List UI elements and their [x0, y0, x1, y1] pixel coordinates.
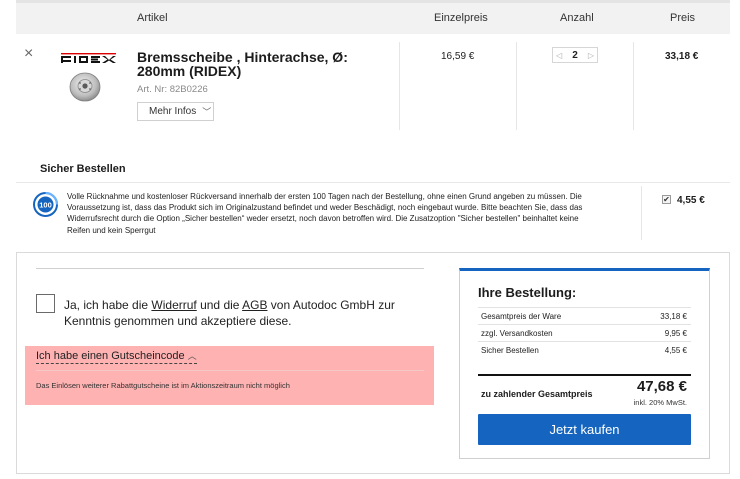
coupon-toggle-link[interactable]: Ich habe einen Gutscheincode ︿	[36, 350, 197, 364]
header-article: Artikel	[137, 12, 168, 24]
badge-text: 100	[39, 200, 52, 209]
divider	[478, 341, 691, 342]
terms-checkbox[interactable]	[36, 294, 55, 313]
column-divider	[641, 186, 642, 240]
more-info-button[interactable]: Mehr Infos ﹀	[137, 102, 214, 121]
chevron-up-icon: ︿	[187, 351, 197, 361]
safe-order-description: Volle Rücknahme und kostenloser Rückvers…	[67, 192, 583, 235]
decrease-quantity-icon[interactable]: ◁	[556, 51, 562, 60]
quantity-value[interactable]: 2	[572, 50, 578, 61]
coupon-note: Das Einlösen weiterer Rabattgutscheine i…	[36, 381, 290, 390]
header-quantity: Anzahl	[560, 12, 594, 24]
column-divider	[633, 42, 634, 130]
divider	[36, 370, 424, 371]
summary-safe-order-label: Sicher Bestellen	[481, 346, 539, 355]
summary-shipping-value: 9,95 €	[664, 329, 687, 338]
chevron-down-icon: ﹀	[202, 107, 212, 117]
safe-order-price: 4,55 €	[677, 195, 705, 206]
brake-disc-image[interactable]	[68, 69, 102, 103]
cart-table-header	[16, 0, 730, 34]
buy-now-button[interactable]: Jetzt kaufen	[478, 414, 691, 445]
column-divider	[399, 42, 400, 130]
product-title[interactable]: Bremsscheibe , Hinterachse, Ø: 280mm (RI…	[137, 50, 397, 78]
header-unit-price: Einzelpreis	[434, 12, 488, 24]
safe-order-checkbox[interactable]: ✔	[662, 195, 671, 204]
summary-shipping-label: zzgl. Versandkosten	[481, 329, 553, 338]
header-price: Preis	[670, 12, 696, 24]
100-days-badge-icon: 100	[33, 192, 58, 217]
more-info-label: Mehr Infos	[149, 106, 197, 117]
quantity-stepper[interactable]: ◁ 2 ▷	[552, 47, 598, 63]
column-divider	[516, 42, 517, 130]
safe-order-title: Sicher Bestellen	[40, 163, 126, 175]
vat-note: inkl. 20% MwSt.	[633, 398, 687, 407]
unit-price: 16,59 €	[441, 51, 475, 62]
summary-goods-value: 33,18 €	[660, 312, 687, 321]
terms-text: Ja, ich habe die Widerruf und die AGB vo…	[64, 297, 434, 329]
ridex-logo	[61, 53, 116, 63]
line-total-price: 33,18 €	[665, 51, 699, 62]
summary-safe-order-value: 4,55 €	[664, 346, 687, 355]
remove-item-icon[interactable]: ×	[24, 46, 33, 62]
article-number: Art. Nr: 82B0226	[137, 84, 208, 95]
total-label: zu zahlender Gesamtpreis	[481, 389, 593, 399]
agb-link[interactable]: AGB	[242, 298, 267, 312]
divider	[36, 268, 424, 269]
total-value: 47,68 €	[636, 378, 687, 395]
divider	[478, 307, 691, 308]
divider	[478, 324, 691, 325]
summary-title: Ihre Bestellung:	[478, 285, 577, 300]
terms-text-part: Ja, ich habe die	[64, 298, 152, 312]
increase-quantity-icon[interactable]: ▷	[588, 51, 594, 60]
summary-goods-label: Gesamtpreis der Ware	[481, 312, 562, 321]
summary-total-divider	[478, 374, 691, 376]
widerruf-link[interactable]: Widerruf	[151, 298, 196, 312]
terms-text-part: und die	[196, 298, 243, 312]
coupon-toggle-label: Ich habe einen Gutscheincode	[36, 350, 185, 362]
